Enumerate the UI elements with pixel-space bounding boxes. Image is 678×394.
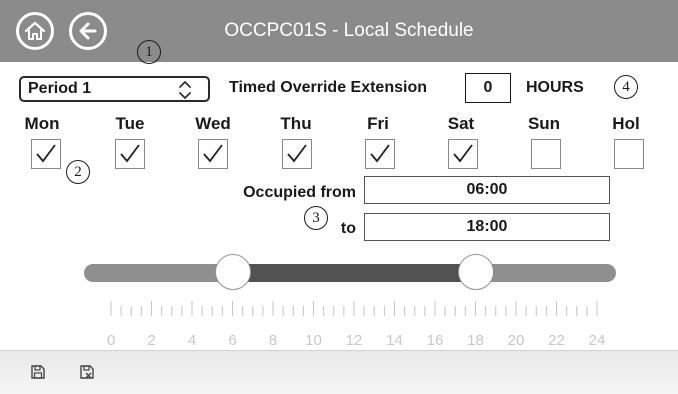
chevron-up-down-icon: [179, 81, 191, 99]
tick-label: 0: [106, 332, 116, 349]
checkbox-thu[interactable]: [282, 139, 312, 169]
occupied-from-field[interactable]: 06:00: [364, 176, 610, 204]
checkbox-wed[interactable]: [198, 139, 228, 169]
day-label-tue: Tue: [115, 114, 145, 133]
tick-label: 6: [228, 332, 237, 349]
day-label-sun: Sun: [527, 114, 561, 133]
discard-changes-button[interactable]: [74, 359, 100, 385]
page-title: OCCPC01S - Local Schedule: [224, 20, 474, 41]
occupied-from-label: Occupied from: [243, 184, 356, 201]
period-select-value: Period 1: [28, 80, 92, 97]
checkbox-hol[interactable]: [614, 139, 644, 169]
override-unit-label: HOURS: [526, 79, 584, 96]
tick-label: 14: [386, 332, 403, 349]
occupied-to-label: to: [340, 220, 356, 237]
day-label-fri: Fri: [367, 114, 389, 133]
checkmark-icon: [453, 144, 473, 163]
tick-label: 12: [345, 332, 363, 349]
slider-end-handle[interactable]: [457, 254, 494, 290]
checkmark-icon: [370, 144, 390, 163]
tick-label: 22: [548, 332, 565, 349]
header-bar: OCCPC01S - Local Schedule: [0, 0, 678, 62]
checkbox-fri[interactable]: [365, 139, 395, 169]
occupied-to-field[interactable]: 18:00: [364, 213, 610, 241]
day-label-mon: Mon: [24, 114, 60, 133]
tick-label: 4: [187, 332, 197, 349]
save-icon: [31, 365, 45, 379]
override-extension-input[interactable]: 0: [465, 73, 511, 103]
tick-label: 24: [588, 332, 606, 349]
slider-start-handle[interactable]: [214, 254, 251, 290]
checkbox-mon[interactable]: [31, 139, 61, 169]
hour-tick-scale: [110, 301, 598, 316]
callout-marker: 3: [304, 206, 328, 230]
day-label-hol: Hol: [612, 114, 640, 133]
checkmark-icon: [287, 144, 307, 163]
footer-toolbar: [0, 350, 678, 394]
checkmark-icon: [36, 144, 56, 163]
checkbox-sat[interactable]: [448, 139, 478, 169]
day-label-wed: Wed: [195, 114, 231, 133]
checkmark-icon: [120, 144, 140, 163]
checkbox-sun[interactable]: [531, 139, 561, 169]
checkbox-tue[interactable]: [115, 139, 145, 169]
day-label-thu: Thu: [280, 114, 312, 133]
tick-label: 10: [305, 332, 322, 349]
override-extension-label: Timed Override Extension: [229, 79, 427, 96]
day-label-sat: Sat: [447, 114, 475, 133]
schedule-slider-range: [232, 264, 476, 282]
discard-changes-icon: [80, 365, 94, 379]
callout-marker: 4: [614, 75, 638, 99]
tick-label: 2: [147, 332, 156, 349]
period-select[interactable]: Period 1: [19, 76, 210, 102]
callout-marker: 1: [137, 40, 161, 64]
callout-marker: 2: [66, 160, 90, 184]
save-button[interactable]: [25, 359, 51, 385]
tick-label: 8: [268, 332, 278, 349]
tick-label: 16: [426, 332, 444, 349]
tick-label: 20: [507, 332, 525, 349]
tick-label: 18: [467, 332, 484, 349]
checkmark-icon: [203, 144, 223, 163]
